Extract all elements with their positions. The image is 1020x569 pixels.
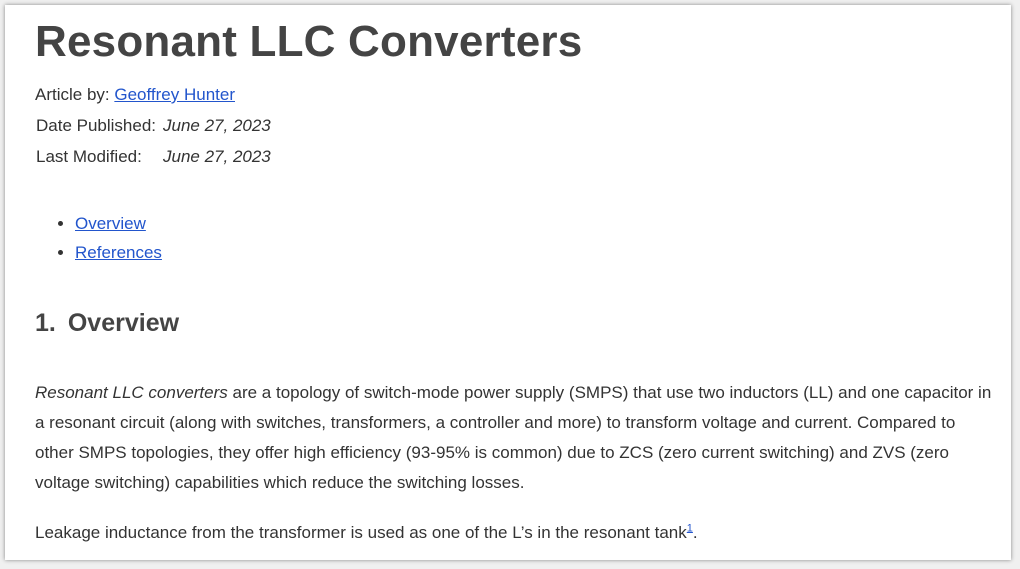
author-line: Article by: Geoffrey Hunter xyxy=(35,85,235,105)
overview-paragraph-2: Leakage inductance from the transformer … xyxy=(35,518,995,548)
author-label: Article by: xyxy=(35,85,115,104)
modified-label: Last Modified: xyxy=(36,147,142,166)
author-link[interactable]: Geoffrey Hunter xyxy=(114,85,235,104)
toc-link-references[interactable]: References xyxy=(75,243,162,262)
paragraph-2-text: Leakage inductance from the transformer … xyxy=(35,523,687,542)
section-heading-overview: 1. Overview xyxy=(35,309,179,338)
toc-item-references: References xyxy=(75,238,162,267)
published-line: Date Published: June 27, 2023 xyxy=(35,116,271,136)
toc-item-overview: Overview xyxy=(75,209,162,238)
article-card: Resonant LLC Converters Article by: Geof… xyxy=(5,5,1011,560)
modified-line: Last Modified: June 27, 2023 xyxy=(35,147,271,167)
published-label: Date Published: xyxy=(36,116,157,135)
toc-link-overview[interactable]: Overview xyxy=(75,214,146,233)
page-title: Resonant LLC Converters xyxy=(35,17,583,66)
section-title: Overview xyxy=(67,309,180,337)
modified-date: June 27, 2023 xyxy=(163,147,271,166)
published-date: June 27, 2023 xyxy=(163,116,271,135)
term-emphasis: Resonant LLC converters xyxy=(35,383,228,402)
table-of-contents: Overview References xyxy=(35,209,162,267)
overview-paragraph-1: Resonant LLC converters are a topology o… xyxy=(35,378,995,498)
paragraph-2-end: . xyxy=(692,523,698,542)
section-number: 1. xyxy=(35,309,56,337)
